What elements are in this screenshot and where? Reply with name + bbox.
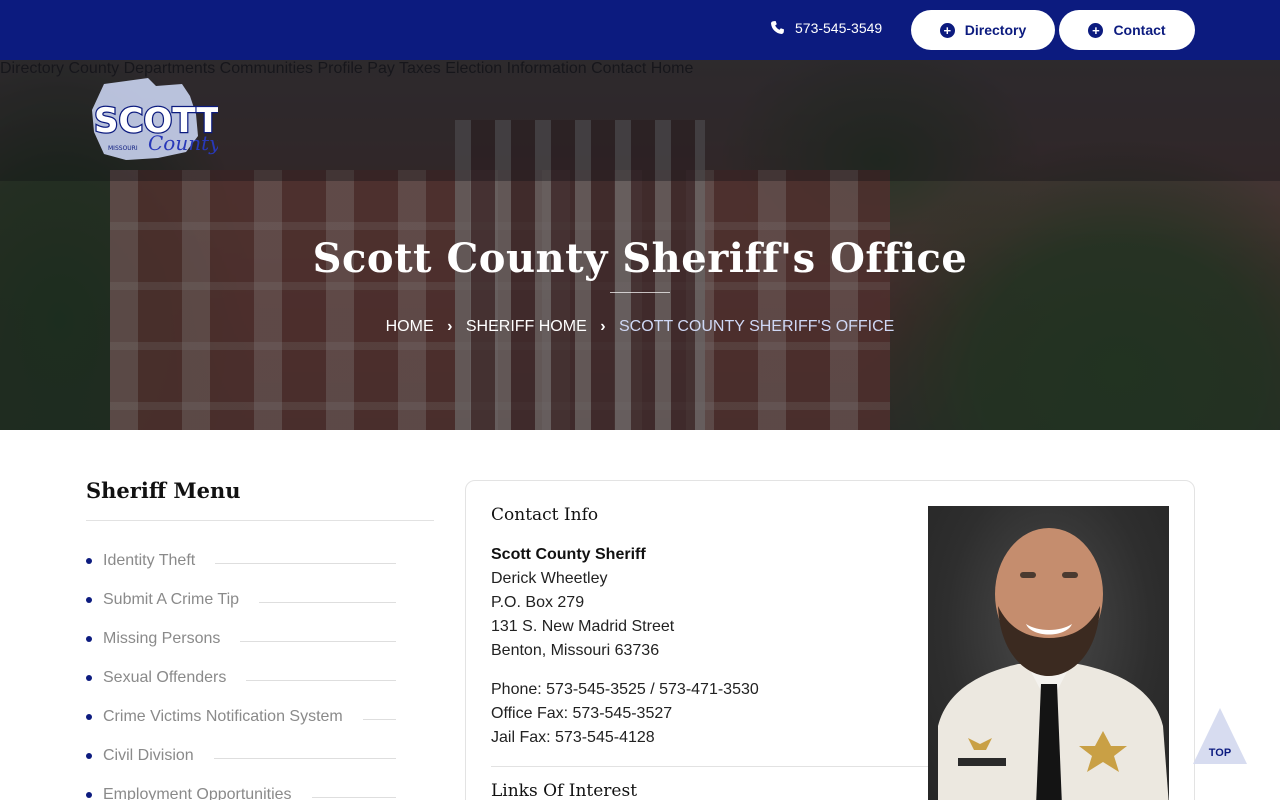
breadcrumb: HOME › SHERIFF HOME › SCOTT COUNTY SHERI… [0, 318, 1280, 336]
item-rule [215, 563, 396, 564]
po-box: P.O. Box 279 [491, 594, 585, 611]
bullet-icon [86, 636, 92, 642]
sidebar-item-identity-theft[interactable]: Identity Theft [86, 552, 396, 591]
plus-circle-icon: + [1088, 22, 1104, 38]
sheriff-org: Scott County Sheriff [491, 546, 646, 563]
office-fax: Office Fax: 573-545-3527 [491, 705, 673, 722]
top-bar: 573-545-3549 + Directory + Contact [0, 0, 1280, 60]
sidebar-item-label: Crime Victims Notification System [103, 708, 343, 725]
item-rule [311, 797, 396, 798]
phone-line[interactable]: Phone: 573-545-3525 / 573-471-3530 [491, 678, 759, 702]
sidebar-item-label: Sexual Offenders [103, 669, 227, 686]
sidebar-item-label: Identity Theft [103, 552, 196, 569]
links-heading: Links Of Interest [491, 781, 638, 800]
bullet-icon [86, 753, 92, 759]
city-state-zip: Benton, Missouri 63736 [491, 642, 660, 659]
sidebar-item-crime-victims-notification[interactable]: Crime Victims Notification System [86, 708, 396, 747]
street-address: 131 S. New Madrid Street [491, 618, 675, 635]
sidebar-item-employment-opportunities[interactable]: Employment Opportunities [86, 786, 396, 800]
sidebar-item-submit-crime-tip[interactable]: Submit A Crime Tip [86, 591, 396, 630]
breadcrumb-sheriff-home[interactable]: SHERIFF HOME [466, 318, 587, 336]
directory-button[interactable]: + Directory [911, 10, 1055, 50]
item-rule [246, 680, 396, 681]
logo-script: County [148, 131, 218, 155]
sidebar-item-label: Civil Division [103, 747, 194, 764]
sheriff-menu: Identity Theft Submit A Crime Tip Missin… [86, 552, 396, 800]
chevron-right-icon: › [600, 318, 606, 335]
item-rule [240, 641, 396, 642]
title-divider [610, 292, 670, 293]
phone-link[interactable]: 573-545-3549 [770, 20, 882, 36]
item-rule [213, 758, 396, 759]
item-rule [259, 602, 396, 603]
back-to-top-button[interactable]: TOP [1193, 708, 1249, 766]
address-block: Scott County Sheriff Derick Wheetley P.O… [491, 543, 674, 663]
breadcrumb-current: SCOTT COUNTY SHERIFF'S OFFICE [618, 318, 895, 335]
contact-card: Contact Info Scott County Sheriff Derick… [465, 480, 1195, 800]
sidebar-item-civil-division[interactable]: Civil Division [86, 747, 396, 786]
chevron-right-icon: › [447, 318, 453, 335]
phone-number: 573-545-3549 [795, 20, 883, 36]
top-label: TOP [1208, 747, 1232, 759]
sidebar-title: Sheriff Menu [86, 478, 241, 503]
phone-block: Phone: 573-545-3525 / 573-471-3530 Offic… [491, 678, 759, 750]
bullet-icon [86, 792, 92, 798]
sheriff-portrait [938, 528, 1169, 800]
sidebar-item-missing-persons[interactable]: Missing Persons [86, 630, 396, 669]
sidebar-item-label: Missing Persons [103, 630, 221, 647]
page-title: Scott County Sheriff's Office [312, 235, 968, 282]
bullet-icon [86, 714, 92, 720]
card-divider [491, 766, 931, 767]
jail-fax: Jail Fax: 573-545-4128 [491, 729, 655, 746]
sheriff-photo [928, 506, 1169, 800]
phone-icon [771, 21, 784, 34]
scott-county-logo[interactable]: SCOTT County MISSOURI [86, 74, 222, 166]
sheriff-name: Derick Wheetley [491, 570, 608, 587]
plus-circle-icon: + [939, 22, 955, 38]
hero-banner: SCOTT County MISSOURI Directory County D… [0, 60, 1280, 430]
breadcrumb-home[interactable]: HOME [386, 318, 434, 336]
logo-graphic: SCOTT County MISSOURI [92, 78, 222, 160]
item-rule [362, 719, 396, 720]
sidebar-item-sexual-offenders[interactable]: Sexual Offenders [86, 669, 396, 708]
contact-button-label: Contact [1113, 22, 1166, 38]
sidebar-item-label: Submit A Crime Tip [103, 591, 240, 608]
bullet-icon [86, 675, 92, 681]
bullet-icon [86, 597, 92, 603]
directory-button-label: Directory [964, 22, 1027, 38]
sidebar-divider [86, 520, 434, 521]
sidebar-item-label: Employment Opportunities [103, 786, 292, 800]
logo-state: MISSOURI [108, 145, 138, 152]
contact-button[interactable]: + Contact [1059, 10, 1195, 50]
bullet-icon [86, 558, 92, 564]
contact-info-heading: Contact Info [491, 505, 599, 525]
